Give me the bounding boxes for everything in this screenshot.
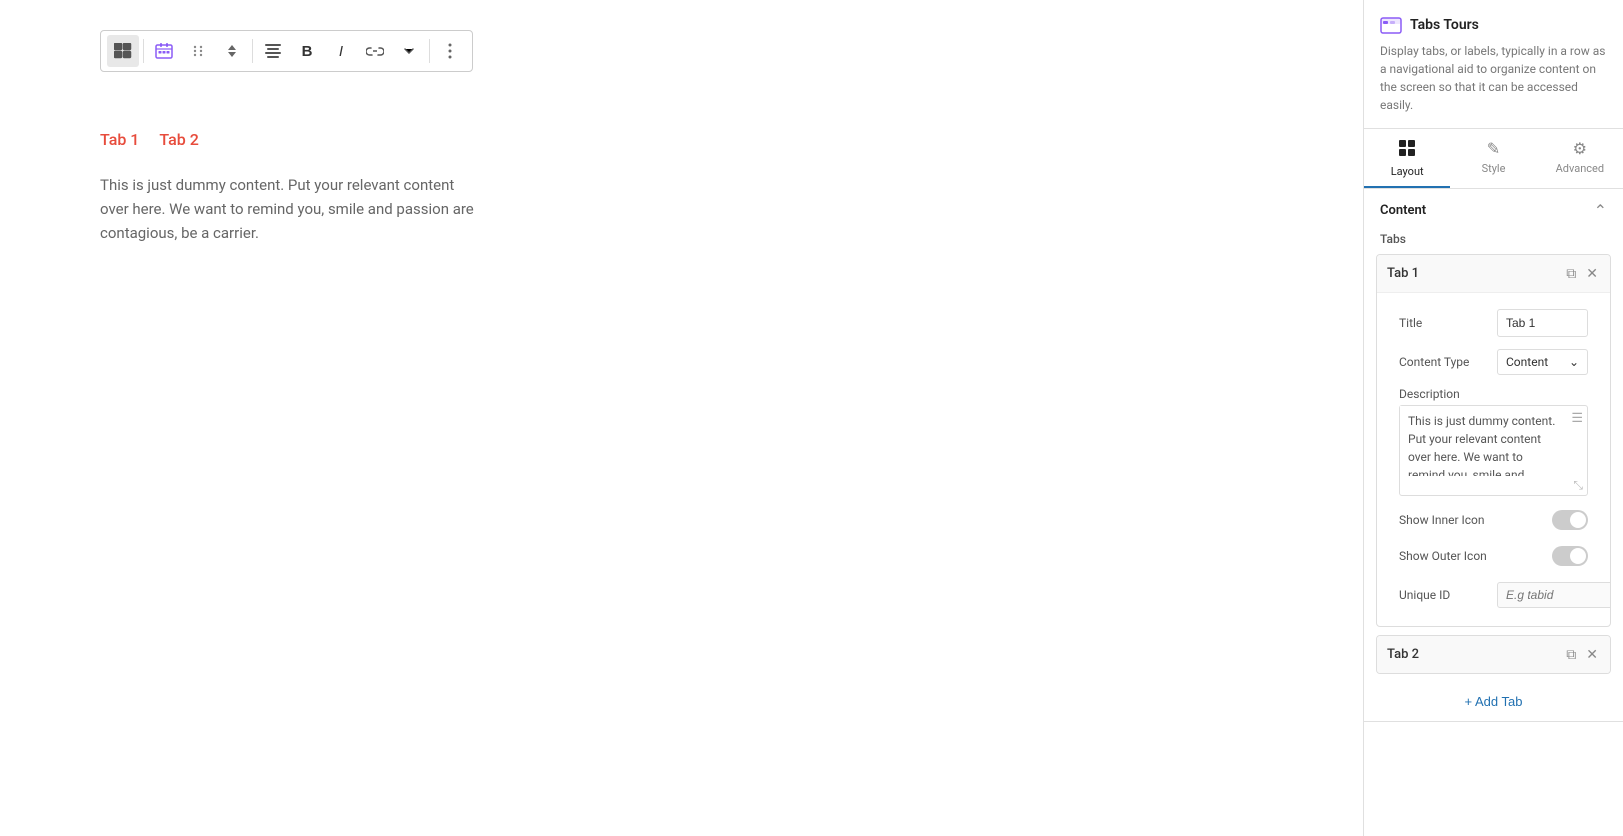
show-inner-icon-row: Show Inner Icon xyxy=(1387,502,1600,538)
style-icon: ✎ xyxy=(1487,139,1500,158)
toolbar-divider-2 xyxy=(252,39,253,63)
panel-tabs: Layout ✎ Style ⚙ Advanced xyxy=(1364,129,1623,189)
panel-tab1-actions: ⧉ ✕ xyxy=(1564,263,1600,284)
right-panel: Tabs Tours Display tabs, or labels, typi… xyxy=(1363,0,1623,836)
title-input-wrap: ☰ xyxy=(1497,309,1588,337)
panel-tab2-delete-button[interactable]: ✕ xyxy=(1584,644,1600,665)
main-editor-area: B I Tab 1 Tab 2 xyxy=(0,0,1363,836)
show-inner-icon-toggle[interactable] xyxy=(1552,510,1588,530)
preview-tab1[interactable]: Tab 1 xyxy=(100,130,139,153)
unique-id-field: Unique ID xyxy=(1387,574,1600,616)
add-tab-button[interactable]: + Add Tab xyxy=(1364,682,1623,721)
toolbar-italic-button[interactable]: I xyxy=(325,35,357,67)
advanced-icon: ⚙ xyxy=(1573,139,1587,158)
plugin-title: Tabs Tours xyxy=(1410,17,1479,33)
preview-content-text: This is just dummy content. Put your rel… xyxy=(100,173,480,245)
toolbar-move-button[interactable] xyxy=(182,35,214,67)
content-type-select[interactable]: Content ⌄ xyxy=(1497,349,1588,375)
description-textarea-wrap: This is just dummy content. Put your rel… xyxy=(1399,405,1588,496)
toolbar-link-button[interactable] xyxy=(359,35,391,67)
description-resize[interactable]: ⤡ xyxy=(1400,476,1587,495)
panel-tab1-header[interactable]: Tab 1 ⧉ ✕ xyxy=(1377,255,1610,292)
panel-tab2-header[interactable]: Tab 2 ⧉ ✕ xyxy=(1377,636,1610,673)
description-label: Description xyxy=(1399,387,1588,401)
toolbar-divider-3 xyxy=(429,39,430,63)
show-outer-icon-row: Show Outer Icon xyxy=(1387,538,1600,574)
show-inner-icon-label: Show Inner Icon xyxy=(1399,513,1489,527)
panel-tab-advanced-label: Advanced xyxy=(1556,162,1604,175)
toolbar-divider-1 xyxy=(143,39,144,63)
panel-tab1-item: Tab 1 ⧉ ✕ Title ☰ Content xyxy=(1376,254,1611,627)
toolbar-arrows-button[interactable] xyxy=(216,35,248,67)
toolbar-bold-button[interactable]: B xyxy=(291,35,323,67)
content-preview: Tab 1 Tab 2 This is just dummy content. … xyxy=(100,130,700,245)
description-icon: ☰ xyxy=(1567,406,1587,431)
editor-toolbar: B I xyxy=(100,30,473,72)
toolbar-widget-button[interactable] xyxy=(148,35,180,67)
tabs-label: Tabs xyxy=(1364,232,1623,254)
panel-tab2-actions: ⧉ ✕ xyxy=(1564,644,1600,665)
panel-tab-layout-label: Layout xyxy=(1391,165,1424,178)
content-type-field-row: Content Type Content ⌄ xyxy=(1387,343,1600,381)
toolbar-align-button[interactable] xyxy=(257,35,289,67)
content-type-value: Content xyxy=(1506,355,1548,369)
content-section-title: Content xyxy=(1380,203,1426,218)
plugin-tabs-icon xyxy=(1380,14,1402,36)
panel-tab1-copy-button[interactable]: ⧉ xyxy=(1564,263,1578,284)
panel-tab2-item: Tab 2 ⧉ ✕ xyxy=(1376,635,1611,674)
panel-tab1-content: Title ☰ Content Type Content ⌄ xyxy=(1377,292,1610,626)
plugin-description: Display tabs, or labels, typically in a … xyxy=(1380,42,1607,114)
panel-tab-layout[interactable]: Layout xyxy=(1364,129,1450,188)
unique-id-label: Unique ID xyxy=(1399,588,1489,602)
content-section-header[interactable]: Content ⌃ xyxy=(1364,189,1623,232)
layout-icon xyxy=(1398,139,1416,161)
panel-tab2-copy-button[interactable]: ⧉ xyxy=(1564,644,1578,665)
preview-tab2[interactable]: Tab 2 xyxy=(159,130,198,153)
panel-tab1-header-label: Tab 1 xyxy=(1387,266,1419,281)
title-input[interactable] xyxy=(1498,311,1588,335)
content-type-label: Content Type xyxy=(1399,355,1489,369)
tabs-navigation: Tab 1 Tab 2 xyxy=(100,130,700,153)
panel-tab-advanced[interactable]: ⚙ Advanced xyxy=(1537,129,1623,188)
toolbar-link-chevron-button[interactable] xyxy=(393,35,425,67)
toolbar-tabs-button[interactable] xyxy=(107,35,139,67)
show-outer-icon-label: Show Outer Icon xyxy=(1399,549,1489,563)
panel-tab1-delete-button[interactable]: ✕ xyxy=(1584,263,1600,284)
description-textarea[interactable]: This is just dummy content. Put your rel… xyxy=(1400,406,1567,476)
title-field-row: Title ☰ xyxy=(1387,303,1600,343)
description-field: Description This is just dummy content. … xyxy=(1387,381,1600,502)
panel-tab-style[interactable]: ✎ Style xyxy=(1450,129,1536,188)
toolbar-more-button[interactable] xyxy=(434,35,466,67)
content-section-toggle: ⌃ xyxy=(1594,201,1607,220)
title-field-label: Title xyxy=(1399,316,1489,330)
unique-id-input[interactable] xyxy=(1497,582,1611,608)
plugin-info: Tabs Tours Display tabs, or labels, typi… xyxy=(1364,0,1623,129)
panel-tab2-label: Tab 2 xyxy=(1387,647,1419,662)
show-outer-icon-toggle[interactable] xyxy=(1552,546,1588,566)
content-section: Content ⌃ Tabs Tab 1 ⧉ ✕ Title xyxy=(1364,189,1623,722)
content-type-chevron: ⌄ xyxy=(1569,355,1579,369)
panel-tab-style-label: Style xyxy=(1482,162,1506,175)
